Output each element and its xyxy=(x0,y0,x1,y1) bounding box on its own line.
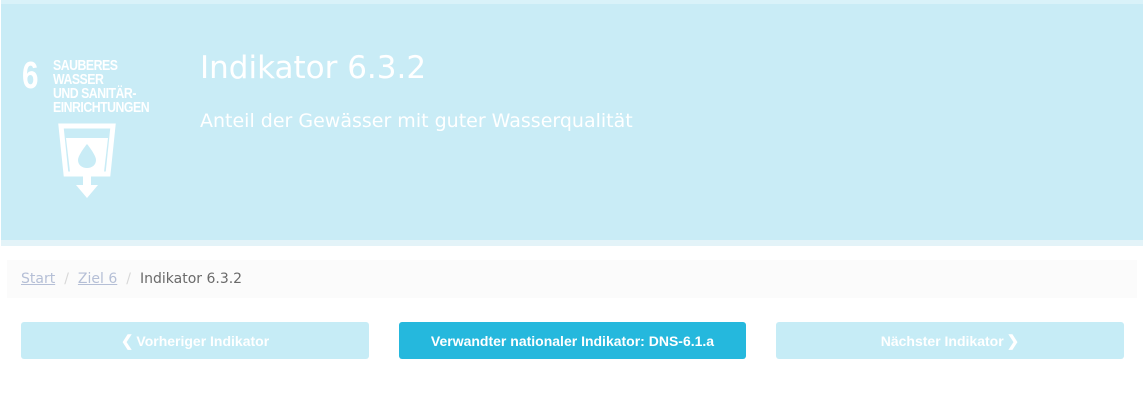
chevron-left-icon: ❮ xyxy=(120,332,134,350)
banner-divider xyxy=(1,240,1143,246)
goal-number: 6 xyxy=(22,55,39,97)
goal-logo: 6 SAUBERES WASSER UND SANITÄR- EINRICHTU… xyxy=(20,57,170,202)
previous-indicator-label: Vorheriger Indikator xyxy=(136,332,270,349)
breadcrumb: Start / Ziel 6 / Indikator 6.3.2 xyxy=(7,260,1137,298)
page-subtitle: Anteil der Gewässer mit guter Wasserqual… xyxy=(200,110,633,132)
chevron-right-icon: ❯ xyxy=(1006,332,1020,350)
breadcrumb-goal-link[interactable]: Ziel 6 xyxy=(78,271,117,287)
related-national-indicator-button[interactable]: Verwandter nationaler Indikator: DNS-6.1… xyxy=(399,322,746,359)
breadcrumb-start-link[interactable]: Start xyxy=(21,271,55,287)
breadcrumb-separator: / xyxy=(126,271,131,287)
previous-indicator-button[interactable]: ❮ Vorheriger Indikator xyxy=(21,322,369,359)
next-indicator-button[interactable]: Nächster Indikator ❯ xyxy=(776,322,1124,359)
goal-title-line: EINRICHTUNGEN xyxy=(53,99,150,116)
goal-title-line: SAUBERES WASSER xyxy=(53,57,118,88)
breadcrumb-separator: / xyxy=(64,271,69,287)
water-drop-glass-icon xyxy=(58,123,116,198)
breadcrumb-current: Indikator 6.3.2 xyxy=(139,271,243,287)
related-indicator-label: Verwandter nationaler Indikator: DNS-6.1… xyxy=(430,332,715,349)
page-title: Indikator 6.3.2 xyxy=(200,50,427,86)
next-indicator-label: Nächster Indikator xyxy=(880,332,1004,349)
goal-title: SAUBERES WASSER UND SANITÄR- EINRICHTUNG… xyxy=(53,57,168,116)
